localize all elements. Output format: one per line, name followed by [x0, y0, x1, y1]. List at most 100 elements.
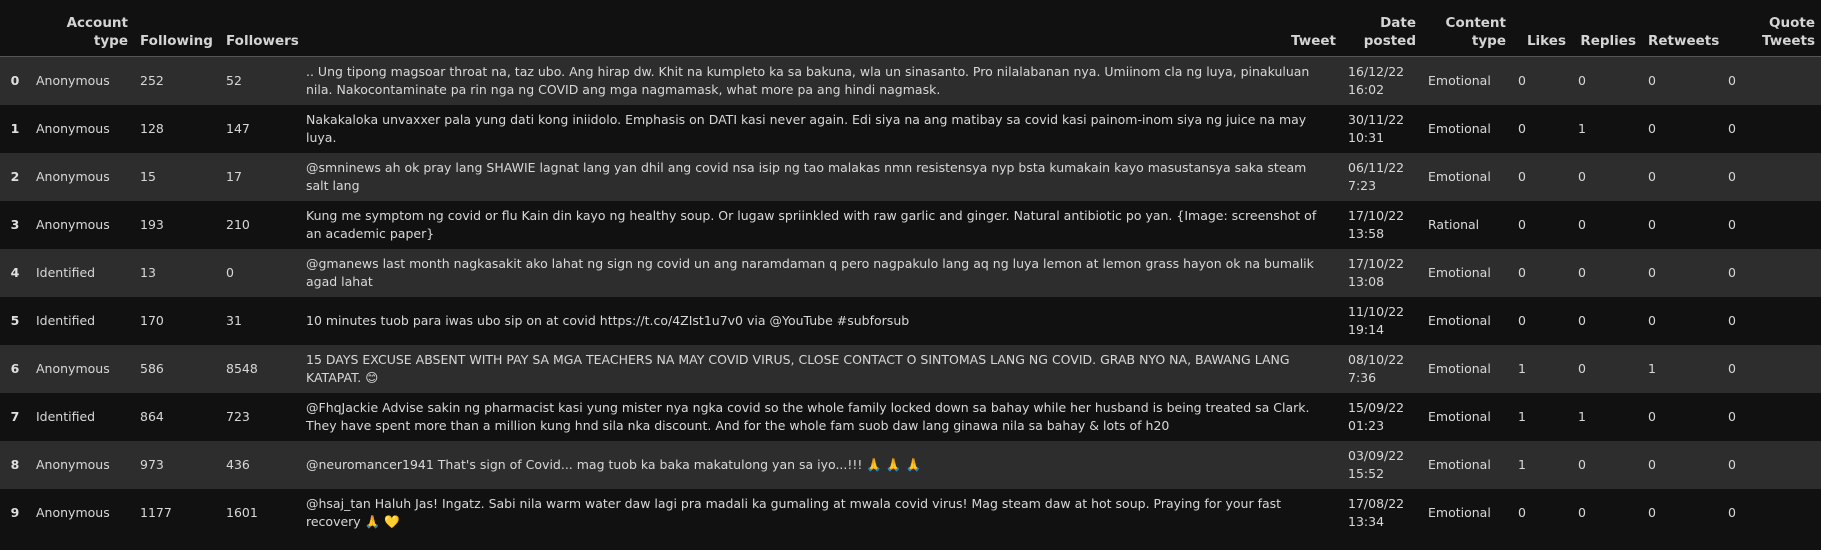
col-content-type: Content type — [1422, 0, 1512, 57]
cell-tweet: @FhqJackie Advise sakin ng pharmacist ka… — [300, 393, 1342, 441]
cell-tweet: @smninews ah ok pray lang SHAWIE lagnat … — [300, 153, 1342, 201]
cell-date-posted: 08/10/22 7:36 — [1342, 345, 1422, 393]
cell-retweets: 1 — [1642, 345, 1722, 393]
cell-likes: 0 — [1512, 489, 1572, 537]
cell-followers: 723 — [220, 393, 300, 441]
cell-replies: 0 — [1572, 249, 1642, 297]
cell-following: 15 — [134, 153, 220, 201]
cell-content-type: Emotional — [1422, 297, 1512, 345]
cell-followers: 31 — [220, 297, 300, 345]
cell-tweet: Kung me symptom ng covid or flu Kain din… — [300, 201, 1342, 249]
cell-following: 586 — [134, 345, 220, 393]
col-retweets: Retweets — [1642, 0, 1722, 57]
table-row: 6 Anonymous 586 8548 15 DAYS EXCUSE ABSENT W… — [0, 345, 1821, 393]
cell-date-posted: 06/11/22 7:23 — [1342, 153, 1422, 201]
cell-quote-tweets: 0 — [1722, 489, 1821, 537]
cell-date-posted: 15/09/22 01:23 — [1342, 393, 1422, 441]
col-account-type: Account type — [30, 0, 134, 57]
row-index: 4 — [0, 249, 30, 297]
cell-tweet: Nakakaloka unvaxxer pala yung dati kong … — [300, 105, 1342, 153]
col-date-posted: Date posted — [1342, 0, 1422, 57]
cell-replies: 0 — [1572, 489, 1642, 537]
cell-account-type: Anonymous — [30, 345, 134, 393]
cell-date-posted: 17/08/22 13:34 — [1342, 489, 1422, 537]
cell-retweets: 0 — [1642, 201, 1722, 249]
table-header: Account type Following Followers Tweet D… — [0, 0, 1821, 57]
cell-content-type: Rational — [1422, 201, 1512, 249]
cell-retweets: 0 — [1642, 249, 1722, 297]
cell-likes: 0 — [1512, 153, 1572, 201]
cell-followers: 147 — [220, 105, 300, 153]
cell-replies: 0 — [1572, 345, 1642, 393]
cell-followers: 436 — [220, 441, 300, 489]
cell-replies: 0 — [1572, 201, 1642, 249]
cell-quote-tweets: 0 — [1722, 345, 1821, 393]
row-index: 5 — [0, 297, 30, 345]
cell-account-type: Identified — [30, 297, 134, 345]
cell-date-posted: 03/09/22 15:52 — [1342, 441, 1422, 489]
cell-following: 973 — [134, 441, 220, 489]
index-header — [0, 0, 30, 57]
cell-date-posted: 16/12/22 16:02 — [1342, 56, 1422, 105]
cell-content-type: Emotional — [1422, 489, 1512, 537]
cell-quote-tweets: 0 — [1722, 393, 1821, 441]
row-index: 9 — [0, 489, 30, 537]
cell-likes: 1 — [1512, 393, 1572, 441]
cell-followers: 1601 — [220, 489, 300, 537]
cell-retweets: 0 — [1642, 105, 1722, 153]
col-tweet: Tweet — [300, 0, 1342, 57]
cell-quote-tweets: 0 — [1722, 105, 1821, 153]
cell-following: 1177 — [134, 489, 220, 537]
table-body: 0 Anonymous 252 52.. Ung tipong magsoar thr… — [0, 56, 1821, 537]
table-row: 1 Anonymous 128 147 Nakakaloka unvaxxer pala… — [0, 105, 1821, 153]
cell-followers: 0 — [220, 249, 300, 297]
cell-followers: 17 — [220, 153, 300, 201]
cell-likes: 1 — [1512, 441, 1572, 489]
cell-replies: 0 — [1572, 56, 1642, 105]
cell-likes: 0 — [1512, 249, 1572, 297]
table-row: 2 Anonymous 15 17 @smninews ah ok pray lang … — [0, 153, 1821, 201]
cell-followers: 52 — [220, 56, 300, 105]
cell-retweets: 0 — [1642, 441, 1722, 489]
cell-account-type: Anonymous — [30, 201, 134, 249]
cell-content-type: Emotional — [1422, 393, 1512, 441]
cell-following: 864 — [134, 393, 220, 441]
cell-retweets: 0 — [1642, 393, 1722, 441]
cell-likes: 0 — [1512, 56, 1572, 105]
cell-content-type: Emotional — [1422, 56, 1512, 105]
cell-likes: 1 — [1512, 345, 1572, 393]
cell-replies: 0 — [1572, 297, 1642, 345]
cell-likes: 0 — [1512, 105, 1572, 153]
cell-replies: 0 — [1572, 153, 1642, 201]
cell-quote-tweets: 0 — [1722, 297, 1821, 345]
cell-tweet: @neuromancer1941 That's sign of Covid...… — [300, 441, 1342, 489]
cell-replies: 1 — [1572, 105, 1642, 153]
cell-content-type: Emotional — [1422, 249, 1512, 297]
col-following: Following — [134, 0, 220, 57]
table-row: 5 Identified 170 31 10 minutes tuob para iwa… — [0, 297, 1821, 345]
cell-tweet: 15 DAYS EXCUSE ABSENT WITH PAY SA MGA TE… — [300, 345, 1342, 393]
row-index: 2 — [0, 153, 30, 201]
table-row: 4 Identified 13 0 @gmanews last month nagkas… — [0, 249, 1821, 297]
cell-followers: 8548 — [220, 345, 300, 393]
row-index: 3 — [0, 201, 30, 249]
cell-date-posted: 17/10/22 13:58 — [1342, 201, 1422, 249]
col-quote-tweets: Quote Tweets — [1722, 0, 1821, 57]
cell-account-type: Anonymous — [30, 441, 134, 489]
cell-date-posted: 30/11/22 10:31 — [1342, 105, 1422, 153]
cell-likes: 0 — [1512, 201, 1572, 249]
table-row: 0 Anonymous 252 52.. Ung tipong magsoar thr… — [0, 56, 1821, 105]
row-index: 1 — [0, 105, 30, 153]
cell-retweets: 0 — [1642, 56, 1722, 105]
cell-content-type: Emotional — [1422, 105, 1512, 153]
dataframe-table: Account type Following Followers Tweet D… — [0, 0, 1821, 537]
cell-quote-tweets: 0 — [1722, 201, 1821, 249]
col-replies: Replies — [1572, 0, 1642, 57]
cell-content-type: Emotional — [1422, 441, 1512, 489]
col-followers: Followers — [220, 0, 300, 57]
col-likes: Likes — [1512, 0, 1572, 57]
cell-date-posted: 11/10/22 19:14 — [1342, 297, 1422, 345]
cell-account-type: Anonymous — [30, 489, 134, 537]
cell-account-type: Identified — [30, 393, 134, 441]
cell-account-type: Anonymous — [30, 56, 134, 105]
